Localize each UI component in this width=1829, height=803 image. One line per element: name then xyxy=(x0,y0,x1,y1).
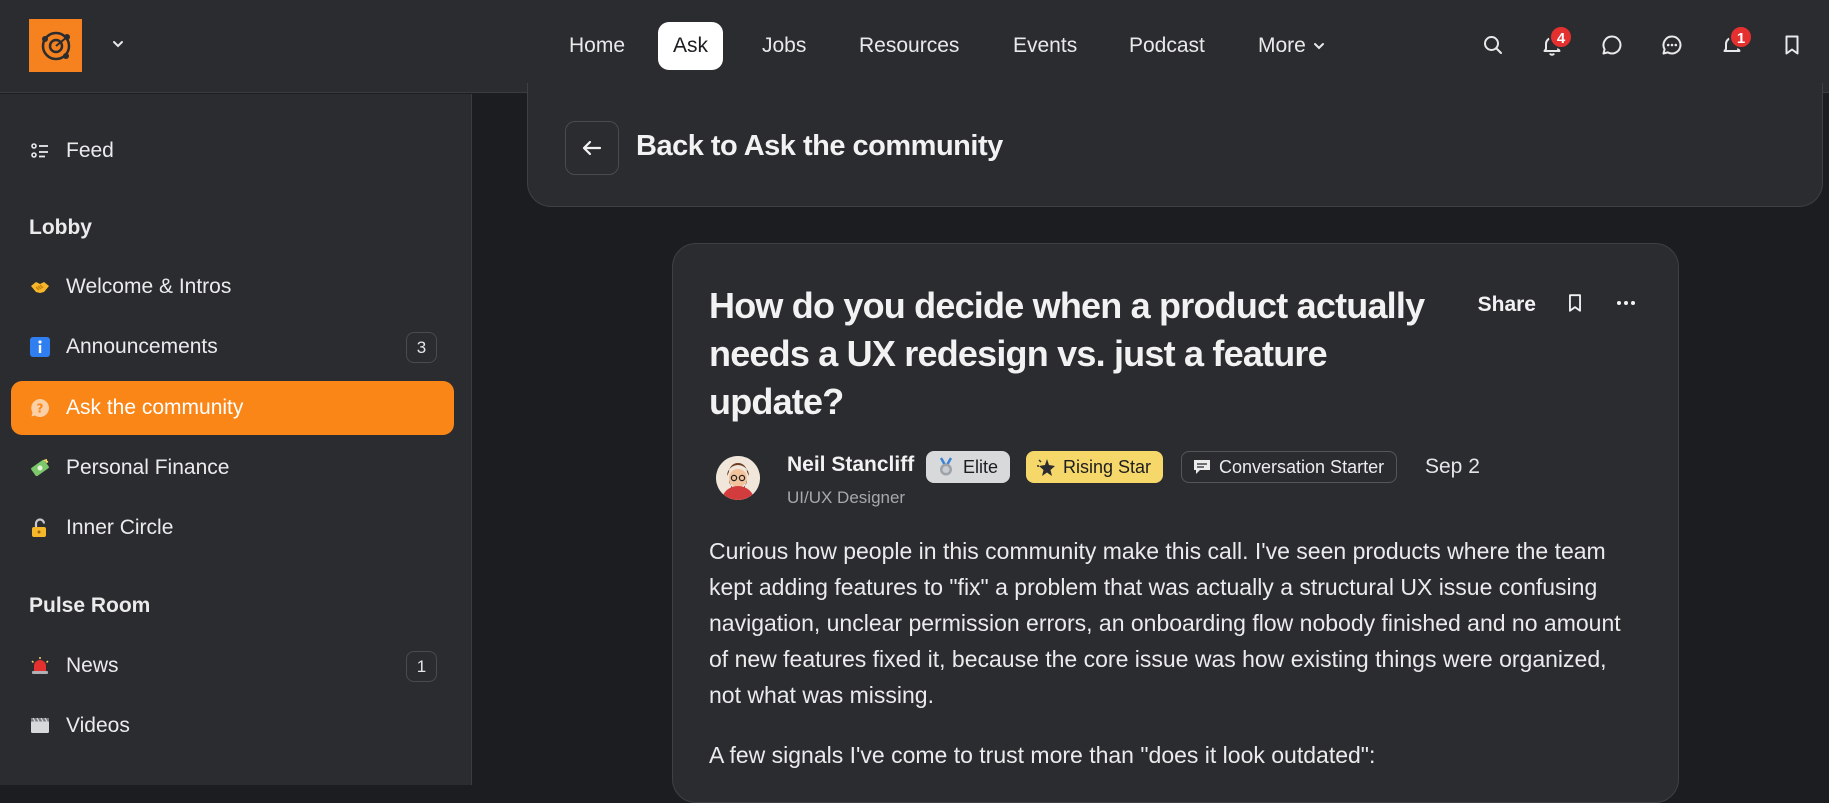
question-icon: ? xyxy=(29,397,51,419)
share-button[interactable]: Share xyxy=(1478,293,1536,317)
badge-label: Rising Star xyxy=(1063,456,1152,477)
nav-home[interactable]: Home xyxy=(554,22,640,70)
post-paragraph: Curious how people in this community mak… xyxy=(709,538,1621,708)
logo-icon xyxy=(41,31,70,60)
nav-ask[interactable]: Ask xyxy=(658,22,724,70)
lock-icon xyxy=(29,517,51,539)
sidebar-item-announcements[interactable]: Announcements 3 xyxy=(11,320,454,374)
bookmark-icon[interactable] xyxy=(1777,30,1807,60)
badge-rising-star: Rising Star xyxy=(1026,451,1164,483)
sidebar-item-news[interactable]: News 1 xyxy=(11,639,454,693)
sidebar-item-ask-the-community[interactable]: ? Ask the community xyxy=(11,381,454,435)
badge-elite: Elite xyxy=(926,451,1011,483)
sidebar-item-label: Welcome & Intros xyxy=(66,275,232,298)
sidebar-item-inner-circle[interactable]: Inner Circle xyxy=(11,501,454,555)
sidebar-item-label: Feed xyxy=(66,139,114,162)
sidebar-heading-lobby: Lobby xyxy=(29,216,92,239)
arrow-left-icon xyxy=(582,140,602,156)
sidebar-item-feed[interactable]: Feed xyxy=(11,124,454,178)
svg-text:?: ? xyxy=(37,402,44,416)
nav-more-label: More xyxy=(1258,34,1306,57)
info-icon xyxy=(29,336,51,358)
post-body: Curious how people in this community mak… xyxy=(709,533,1639,797)
badge-conversation-starter: Conversation Starter xyxy=(1181,451,1398,483)
unread-count-badge: 1 xyxy=(406,651,437,682)
sidebar-item-welcome[interactable]: Welcome & Intros xyxy=(11,260,454,314)
post-paragraph: A few signals I've come to trust more th… xyxy=(709,742,1376,768)
sidebar-item-label: Ask the community xyxy=(66,396,244,419)
list-icon xyxy=(29,140,51,162)
nav-podcast[interactable]: Podcast xyxy=(1114,22,1220,70)
more-options-icon[interactable] xyxy=(1614,291,1638,320)
speech-icon xyxy=(1194,460,1210,474)
star-icon xyxy=(1037,459,1055,476)
top-navigation-bar: Home Ask Jobs Resources Events Podcast M… xyxy=(0,0,1829,93)
post-date: Sep 2 xyxy=(1425,455,1480,478)
notifications-badge: 4 xyxy=(1549,25,1573,49)
activity-badge: 1 xyxy=(1729,25,1753,49)
sidebar-item-label: Inner Circle xyxy=(66,516,174,539)
sidebar-item-label: Videos xyxy=(66,714,130,737)
sidebar: Feed Lobby Welcome & Intros Announcement… xyxy=(0,94,472,785)
chat-icon[interactable] xyxy=(1597,30,1627,60)
post-actions: Share xyxy=(1478,290,1638,320)
post-title: How do you decide when a product actuall… xyxy=(709,285,1425,422)
sidebar-item-label: News xyxy=(66,654,119,677)
medal-icon xyxy=(939,457,953,476)
sidebar-item-personal-finance[interactable]: Personal Finance xyxy=(11,441,454,495)
unread-count-badge: 3 xyxy=(406,332,437,363)
back-button[interactable] xyxy=(565,121,619,175)
handshake-icon xyxy=(29,276,51,298)
avatar[interactable] xyxy=(716,456,760,500)
money-icon xyxy=(29,457,51,479)
page-title: Back to Ask the community xyxy=(636,130,1003,162)
badge-label: Elite xyxy=(963,456,999,477)
siren-icon xyxy=(29,655,51,677)
nav-resources[interactable]: Resources xyxy=(844,22,974,70)
video-icon xyxy=(29,715,51,737)
sidebar-item-label: Personal Finance xyxy=(66,456,230,479)
messages-icon[interactable] xyxy=(1657,30,1687,60)
sidebar-heading-pulse-room: Pulse Room xyxy=(29,594,151,617)
author-name[interactable]: Neil Stancliff xyxy=(787,453,914,477)
post-card: How do you decide when a product actuall… xyxy=(672,243,1679,803)
community-switcher-chevron-icon[interactable] xyxy=(110,36,126,52)
community-logo[interactable] xyxy=(29,19,82,72)
sidebar-item-videos[interactable]: Videos xyxy=(11,699,454,753)
sidebar-item-label: Announcements xyxy=(66,335,218,358)
back-header: Back to Ask the community xyxy=(527,83,1823,207)
nav-more[interactable]: More xyxy=(1243,22,1341,70)
nav-events[interactable]: Events xyxy=(998,22,1092,70)
author-role: UI/UX Designer xyxy=(787,488,906,507)
chevron-down-icon xyxy=(1313,43,1324,50)
search-icon[interactable] xyxy=(1478,30,1508,60)
badge-label: Conversation Starter xyxy=(1219,456,1385,477)
bookmark-icon[interactable] xyxy=(1564,292,1586,319)
nav-jobs[interactable]: Jobs xyxy=(747,22,821,70)
